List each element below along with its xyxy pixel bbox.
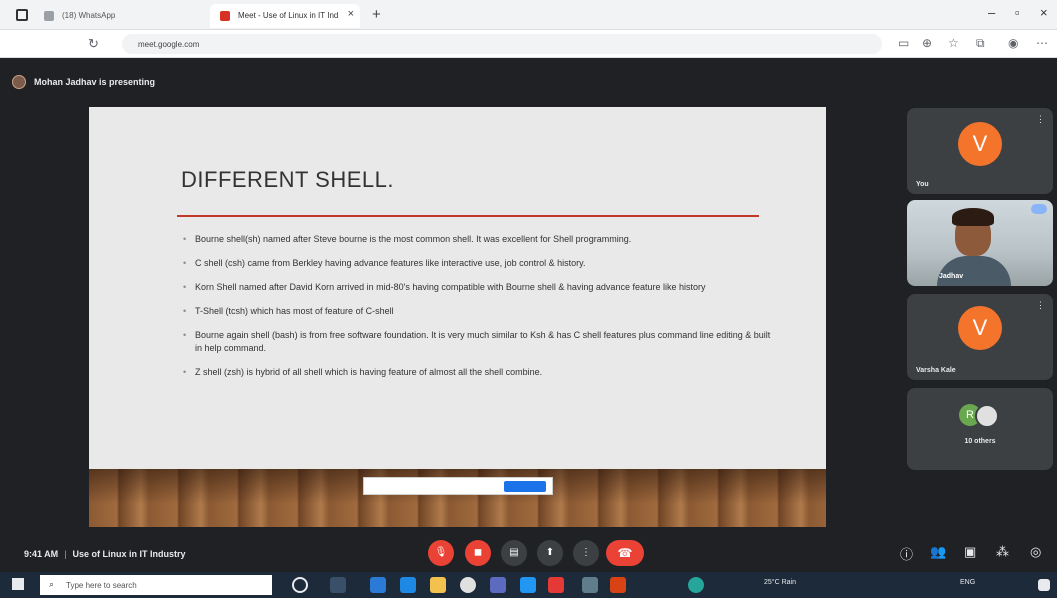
camera-off-button[interactable]: ◼ <box>465 540 491 566</box>
reload-icon[interactable]: ↻ <box>88 36 99 52</box>
separator: | <box>64 549 67 559</box>
bullet-item: C shell (csh) came from Berkley having a… <box>181 257 771 270</box>
language-indicator[interactable]: ENG <box>960 579 975 586</box>
present-button[interactable]: ⬆ <box>537 540 563 566</box>
more-options-icon[interactable]: ⋮ <box>1036 300 1045 311</box>
group-avatars: R <box>959 404 1019 428</box>
whatsapp-favicon-icon <box>44 11 54 21</box>
windows-start-icon[interactable] <box>12 578 24 590</box>
meeting-info: 9:41 AM | Use of Linux in IT Industry <box>24 549 186 559</box>
address-bar: ↻ meet.google.com ▭ ⊕ ☆ ⧉ ◉ ⋯ <box>0 30 1057 58</box>
info-icon[interactable]: ⓘ <box>900 544 913 563</box>
app-icon[interactable] <box>582 577 598 593</box>
slide-divider <box>177 215 759 217</box>
host-controls-icon[interactable]: ◎ <box>1030 544 1041 560</box>
browser-tab-bar: (18) WhatsApp Meet - Use of Linux in IT … <box>0 0 1057 30</box>
presenting-banner: Mohan Jadhav is presenting <box>10 72 155 92</box>
app-icon[interactable] <box>688 577 704 593</box>
file-explorer-icon[interactable] <box>430 577 446 593</box>
presentation-notice <box>363 477 553 495</box>
url-input[interactable]: meet.google.com <box>122 34 882 54</box>
notice-button[interactable] <box>504 481 546 492</box>
participant-tile-video[interactable]: Jadhav <box>907 200 1053 286</box>
bullet-item: Bourne shell(sh) named after Steve bourn… <box>181 233 771 246</box>
search-placeholder: Type here to search <box>66 581 137 590</box>
meeting-title: Use of Linux in IT Industry <box>72 549 186 559</box>
bullet-item: T-Shell (tcsh) which has most of feature… <box>181 305 771 318</box>
more-icon[interactable]: ⋯ <box>1036 36 1048 50</box>
participant-tile-you[interactable]: ⋮ V You <box>907 108 1053 194</box>
bullet-item: Z shell (zsh) is hybrid of all shell whi… <box>181 366 771 379</box>
meet-stage: Mohan Jadhav is presenting DIFFERENT SHE… <box>0 58 1057 540</box>
taskbar-search[interactable]: ⌕ Type here to search <box>40 575 272 595</box>
app-icon[interactable] <box>548 577 564 593</box>
meet-control-bar: 9:41 AM | Use of Linux in IT Industry 🎙 ◼ … <box>0 540 1057 572</box>
avatar <box>975 404 999 428</box>
presenting-text: Mohan Jadhav is presenting <box>34 77 156 87</box>
more-options-button[interactable]: ⋮ <box>573 540 599 566</box>
favorites-icon[interactable]: ☆ <box>948 36 959 50</box>
bullet-item: Korn Shell named after David Korn arrive… <box>181 281 771 294</box>
leave-call-button[interactable]: ☎ <box>606 540 644 566</box>
participant-tile-others[interactable]: R 10 others <box>907 388 1053 470</box>
store-icon[interactable] <box>490 577 506 593</box>
task-view-icon[interactable] <box>330 577 346 593</box>
presenter-avatar <box>12 75 26 89</box>
person-hair <box>952 208 994 226</box>
participant-name: Varsha Kale <box>916 367 956 374</box>
plus-icon[interactable]: + <box>372 6 381 23</box>
mic-off-button[interactable]: 🎙 <box>428 540 454 566</box>
person-body <box>937 256 1011 286</box>
speaking-indicator-icon <box>1031 204 1047 214</box>
minimize-icon[interactable]: – <box>988 5 995 20</box>
search-icon: ⌕ <box>49 579 55 589</box>
windows-taskbar: ⌕ Type here to search 25°C Rain ENG <box>0 572 1057 598</box>
zoom-icon[interactable]: ⊕ <box>922 36 932 50</box>
notifications-icon[interactable] <box>1038 579 1050 591</box>
meet-favicon-icon <box>220 11 230 21</box>
chat-icon[interactable]: ▣ <box>964 544 976 560</box>
participant-tile-varsha[interactable]: ⋮ V Varsha Kale <box>907 294 1053 380</box>
slide-bullets: Bourne shell(sh) named after Steve bourn… <box>181 233 771 390</box>
collections-icon[interactable]: ⧉ <box>976 36 985 51</box>
participant-name: You <box>916 181 929 188</box>
presentation-slide: DIFFERENT SHELL. Bourne shell(sh) named … <box>89 107 826 527</box>
others-count: 10 others <box>964 438 996 445</box>
avatar: V <box>958 122 1002 166</box>
app-icon[interactable] <box>520 577 536 593</box>
cast-icon[interactable]: ▭ <box>898 36 909 50</box>
weather-widget[interactable]: 25°C Rain <box>764 579 796 586</box>
profile-icon[interactable]: ◉ <box>1008 36 1018 50</box>
participant-name: Jadhav <box>939 273 964 280</box>
edge-icon[interactable] <box>370 577 386 593</box>
meeting-time: 9:41 AM <box>24 549 59 559</box>
tab-whatsapp[interactable]: (18) WhatsApp <box>34 4 184 28</box>
cortana-icon[interactable] <box>292 577 308 593</box>
chrome-icon[interactable] <box>460 577 476 593</box>
tab-label: (18) WhatsApp <box>62 11 116 20</box>
captions-button[interactable]: ▤ <box>501 540 527 566</box>
window-icon <box>16 9 28 21</box>
close-tab-icon[interactable]: × <box>348 8 354 20</box>
tab-meet[interactable]: Meet - Use of Linux in IT Ind × <box>210 4 360 28</box>
avatar: V <box>958 306 1002 350</box>
maximize-icon[interactable]: ▫ <box>1015 5 1020 20</box>
bullet-item: Bourne again shell (bash) is from free s… <box>181 329 771 355</box>
tab-label: Meet - Use of Linux in IT Ind <box>238 11 339 20</box>
close-window-icon[interactable]: × <box>1040 5 1048 20</box>
dropbox-icon[interactable] <box>400 577 416 593</box>
powerpoint-icon[interactable] <box>610 577 626 593</box>
people-icon[interactable]: 👥 <box>930 544 946 560</box>
activities-icon[interactable]: ⁂ <box>996 544 1009 560</box>
slide-title: DIFFERENT SHELL. <box>181 167 394 192</box>
more-options-icon[interactable]: ⋮ <box>1036 114 1045 125</box>
url-text: meet.google.com <box>138 40 200 49</box>
